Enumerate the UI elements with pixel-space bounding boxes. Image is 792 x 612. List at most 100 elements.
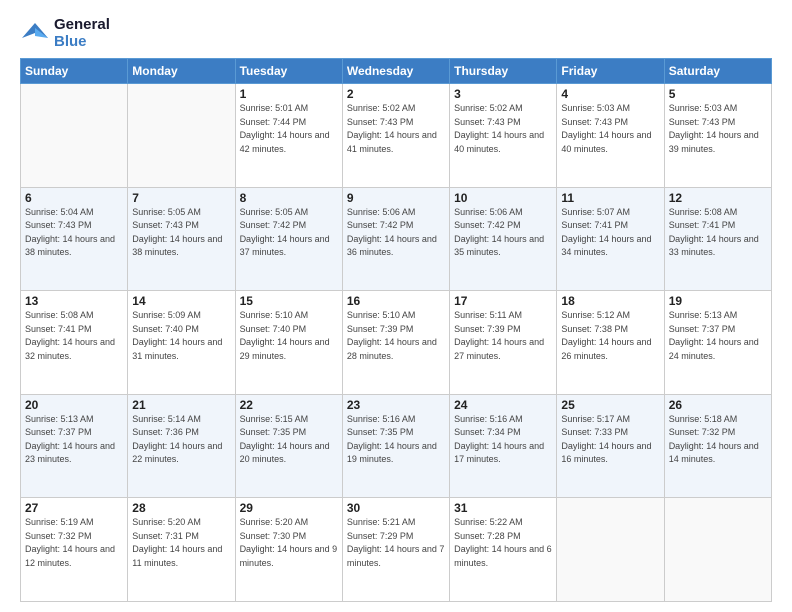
daylight-text: Daylight: 14 hours and 27 minutes. <box>454 336 552 363</box>
sunrise-text: Sunrise: 5:02 AM <box>454 102 552 116</box>
calendar-cell: 24Sunrise: 5:16 AMSunset: 7:34 PMDayligh… <box>450 394 557 498</box>
page: General Blue SundayMondayTuesdayWednesda… <box>0 0 792 612</box>
day-number: 17 <box>454 294 552 308</box>
day-info: Sunrise: 5:02 AMSunset: 7:43 PMDaylight:… <box>454 102 552 156</box>
calendar-cell: 1Sunrise: 5:01 AMSunset: 7:44 PMDaylight… <box>235 84 342 188</box>
sunset-text: Sunset: 7:43 PM <box>347 116 445 130</box>
day-number: 2 <box>347 87 445 101</box>
calendar-cell: 14Sunrise: 5:09 AMSunset: 7:40 PMDayligh… <box>128 291 235 395</box>
calendar-week-5: 27Sunrise: 5:19 AMSunset: 7:32 PMDayligh… <box>21 498 772 602</box>
day-number: 23 <box>347 398 445 412</box>
sunrise-text: Sunrise: 5:13 AM <box>25 413 123 427</box>
calendar-cell <box>664 498 771 602</box>
day-number: 14 <box>132 294 230 308</box>
sunrise-text: Sunrise: 5:19 AM <box>25 516 123 530</box>
calendar-cell: 16Sunrise: 5:10 AMSunset: 7:39 PMDayligh… <box>342 291 449 395</box>
daylight-text: Daylight: 14 hours and 37 minutes. <box>240 233 338 260</box>
daylight-text: Daylight: 14 hours and 24 minutes. <box>669 336 767 363</box>
day-info: Sunrise: 5:02 AMSunset: 7:43 PMDaylight:… <box>347 102 445 156</box>
sunrise-text: Sunrise: 5:08 AM <box>25 309 123 323</box>
daylight-text: Daylight: 14 hours and 34 minutes. <box>561 233 659 260</box>
daylight-text: Daylight: 14 hours and 20 minutes. <box>240 440 338 467</box>
day-number: 25 <box>561 398 659 412</box>
sunset-text: Sunset: 7:37 PM <box>669 323 767 337</box>
calendar-cell: 15Sunrise: 5:10 AMSunset: 7:40 PMDayligh… <box>235 291 342 395</box>
sunrise-text: Sunrise: 5:15 AM <box>240 413 338 427</box>
day-number: 27 <box>25 501 123 515</box>
day-info: Sunrise: 5:11 AMSunset: 7:39 PMDaylight:… <box>454 309 552 363</box>
day-number: 22 <box>240 398 338 412</box>
daylight-text: Daylight: 14 hours and 19 minutes. <box>347 440 445 467</box>
sunrise-text: Sunrise: 5:06 AM <box>454 206 552 220</box>
sunrise-text: Sunrise: 5:16 AM <box>347 413 445 427</box>
weekday-header-monday: Monday <box>128 59 235 84</box>
calendar-cell <box>128 84 235 188</box>
sunrise-text: Sunrise: 5:13 AM <box>669 309 767 323</box>
daylight-text: Daylight: 14 hours and 33 minutes. <box>669 233 767 260</box>
calendar-cell: 6Sunrise: 5:04 AMSunset: 7:43 PMDaylight… <box>21 187 128 291</box>
sunrise-text: Sunrise: 5:03 AM <box>669 102 767 116</box>
daylight-text: Daylight: 14 hours and 23 minutes. <box>25 440 123 467</box>
weekday-header-row: SundayMondayTuesdayWednesdayThursdayFrid… <box>21 59 772 84</box>
sunset-text: Sunset: 7:42 PM <box>454 219 552 233</box>
calendar-cell <box>21 84 128 188</box>
sunrise-text: Sunrise: 5:17 AM <box>561 413 659 427</box>
calendar-cell: 31Sunrise: 5:22 AMSunset: 7:28 PMDayligh… <box>450 498 557 602</box>
calendar-cell: 23Sunrise: 5:16 AMSunset: 7:35 PMDayligh… <box>342 394 449 498</box>
calendar-cell: 26Sunrise: 5:18 AMSunset: 7:32 PMDayligh… <box>664 394 771 498</box>
calendar-cell: 28Sunrise: 5:20 AMSunset: 7:31 PMDayligh… <box>128 498 235 602</box>
calendar-cell: 8Sunrise: 5:05 AMSunset: 7:42 PMDaylight… <box>235 187 342 291</box>
weekday-header-tuesday: Tuesday <box>235 59 342 84</box>
daylight-text: Daylight: 14 hours and 31 minutes. <box>132 336 230 363</box>
weekday-header-sunday: Sunday <box>21 59 128 84</box>
weekday-header-thursday: Thursday <box>450 59 557 84</box>
sunset-text: Sunset: 7:41 PM <box>561 219 659 233</box>
day-number: 1 <box>240 87 338 101</box>
logo-icon <box>20 18 50 48</box>
sunrise-text: Sunrise: 5:10 AM <box>347 309 445 323</box>
sunset-text: Sunset: 7:34 PM <box>454 426 552 440</box>
day-info: Sunrise: 5:10 AMSunset: 7:40 PMDaylight:… <box>240 309 338 363</box>
calendar-cell: 27Sunrise: 5:19 AMSunset: 7:32 PMDayligh… <box>21 498 128 602</box>
daylight-text: Daylight: 14 hours and 17 minutes. <box>454 440 552 467</box>
day-info: Sunrise: 5:04 AMSunset: 7:43 PMDaylight:… <box>25 206 123 260</box>
day-info: Sunrise: 5:17 AMSunset: 7:33 PMDaylight:… <box>561 413 659 467</box>
calendar-cell: 7Sunrise: 5:05 AMSunset: 7:43 PMDaylight… <box>128 187 235 291</box>
day-info: Sunrise: 5:06 AMSunset: 7:42 PMDaylight:… <box>347 206 445 260</box>
sunset-text: Sunset: 7:41 PM <box>669 219 767 233</box>
daylight-text: Daylight: 14 hours and 11 minutes. <box>132 543 230 570</box>
sunrise-text: Sunrise: 5:06 AM <box>347 206 445 220</box>
calendar-cell: 12Sunrise: 5:08 AMSunset: 7:41 PMDayligh… <box>664 187 771 291</box>
sunset-text: Sunset: 7:30 PM <box>240 530 338 544</box>
sunrise-text: Sunrise: 5:08 AM <box>669 206 767 220</box>
sunrise-text: Sunrise: 5:01 AM <box>240 102 338 116</box>
day-number: 7 <box>132 191 230 205</box>
sunrise-text: Sunrise: 5:20 AM <box>240 516 338 530</box>
day-info: Sunrise: 5:14 AMSunset: 7:36 PMDaylight:… <box>132 413 230 467</box>
day-info: Sunrise: 5:03 AMSunset: 7:43 PMDaylight:… <box>561 102 659 156</box>
sunset-text: Sunset: 7:43 PM <box>454 116 552 130</box>
day-info: Sunrise: 5:21 AMSunset: 7:29 PMDaylight:… <box>347 516 445 570</box>
calendar-week-3: 13Sunrise: 5:08 AMSunset: 7:41 PMDayligh… <box>21 291 772 395</box>
daylight-text: Daylight: 14 hours and 26 minutes. <box>561 336 659 363</box>
daylight-text: Daylight: 14 hours and 39 minutes. <box>669 129 767 156</box>
daylight-text: Daylight: 14 hours and 41 minutes. <box>347 129 445 156</box>
day-number: 16 <box>347 294 445 308</box>
weekday-header-friday: Friday <box>557 59 664 84</box>
sunset-text: Sunset: 7:41 PM <box>25 323 123 337</box>
day-info: Sunrise: 5:16 AMSunset: 7:34 PMDaylight:… <box>454 413 552 467</box>
day-number: 3 <box>454 87 552 101</box>
day-info: Sunrise: 5:05 AMSunset: 7:43 PMDaylight:… <box>132 206 230 260</box>
calendar-cell: 13Sunrise: 5:08 AMSunset: 7:41 PMDayligh… <box>21 291 128 395</box>
sunset-text: Sunset: 7:39 PM <box>454 323 552 337</box>
daylight-text: Daylight: 14 hours and 38 minutes. <box>132 233 230 260</box>
day-number: 28 <box>132 501 230 515</box>
day-number: 4 <box>561 87 659 101</box>
sunset-text: Sunset: 7:35 PM <box>240 426 338 440</box>
day-info: Sunrise: 5:22 AMSunset: 7:28 PMDaylight:… <box>454 516 552 570</box>
calendar-week-2: 6Sunrise: 5:04 AMSunset: 7:43 PMDaylight… <box>21 187 772 291</box>
sunset-text: Sunset: 7:42 PM <box>347 219 445 233</box>
sunset-text: Sunset: 7:29 PM <box>347 530 445 544</box>
daylight-text: Daylight: 14 hours and 40 minutes. <box>561 129 659 156</box>
sunset-text: Sunset: 7:43 PM <box>132 219 230 233</box>
